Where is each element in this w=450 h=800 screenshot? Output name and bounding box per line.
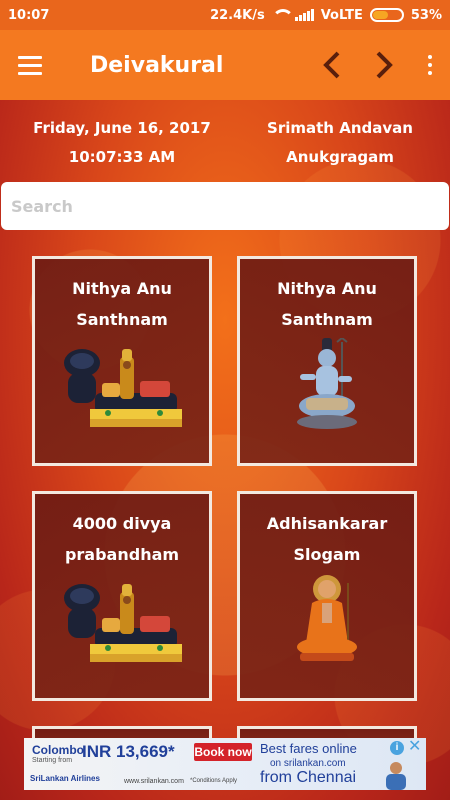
card-title-line1: Adhisankarar [266,514,388,533]
ad-from-city: from Chennai [260,769,357,786]
ad-conditions: *Conditions Apply [190,778,238,784]
reclining-vishnu-image [35,578,209,668]
network-speed: 22.4K/s [210,7,265,23]
app-bar: Deivakural [0,30,450,100]
ad-close-icon[interactable]: ✕ [408,739,421,755]
card-title: Adhisankarar Slogam [240,508,414,570]
ad-info-icon[interactable]: i [390,741,404,755]
anugraham-line2: Anukgragam [286,148,394,166]
card-title: Nithya Anu Santhnam [35,273,209,335]
ad-on-site: on srilankan.com [270,758,346,769]
adi-shankara-image [240,573,414,668]
ad-price: INR 13,669* [82,742,175,761]
card-title: Nithya Anu Santhnam [240,273,414,335]
card-nithya-anu-santhnam-1[interactable]: Nithya Anu Santhnam [32,256,212,466]
chevron-right-icon [376,51,393,79]
ad-airline-logo: SriLankan Airlines [30,774,100,783]
card-adhisankarar-slogam[interactable]: Adhisankarar Slogam [237,491,417,701]
anugraham-line1: Srimath Andavan [267,119,413,137]
current-date: Friday, June 16, 2017 [33,119,211,137]
network-type: VoLTE [320,7,363,23]
card-4000-divya-prabandham[interactable]: 4000 divya prabandham [32,491,212,701]
battery-percent: 53% [410,7,442,23]
card-title: 4000 divya prabandham [35,508,209,570]
next-button[interactable] [358,30,410,100]
more-vertical-icon[interactable] [410,30,450,100]
anugraham-block[interactable]: Srimath Andavan Anukgragam [250,114,430,172]
ad-person-image [386,762,406,790]
ad-city: Colombo [32,743,84,757]
ad-site: www.srilankan.com [124,778,184,785]
card-title-line2: Santhnam [76,310,168,329]
current-time: 10:07:33 AM [68,148,176,166]
reclining-vishnu-image [35,343,209,433]
ad-starting-from: Starting from [32,757,73,764]
card-title-line2: prabandham [64,545,180,564]
card-title-line1: Nithya Anu [72,279,172,298]
search-input[interactable] [1,182,449,230]
card-title-line1: 4000 divya [72,514,172,533]
wifi-icon [271,9,294,21]
ad-book-now-button[interactable]: Book now [194,743,252,761]
app-title: Deivakural [90,52,224,78]
status-bar: 10:07 22.4K/s VoLTE 53% [0,0,450,30]
card-title-line2: Slogam [293,545,361,564]
shiva-image [240,338,414,433]
date-time-block: Friday, June 16, 2017 10:07:33 AM [22,114,222,172]
ad-banner[interactable]: Colombo Starting from INR 13,669* Book n… [24,738,426,790]
card-title-line2: Santhnam [281,310,373,329]
battery-icon [369,8,404,22]
menu-icon[interactable] [0,30,60,100]
card-nithya-anu-santhnam-2[interactable]: Nithya Anu Santhnam [237,256,417,466]
status-time: 10:07 [8,7,50,23]
chevron-left-icon [323,51,340,79]
previous-button[interactable] [306,30,358,100]
card-title-line1: Nithya Anu [277,279,377,298]
signal-icon [294,9,314,21]
ad-headline: Best fares online [260,741,357,756]
